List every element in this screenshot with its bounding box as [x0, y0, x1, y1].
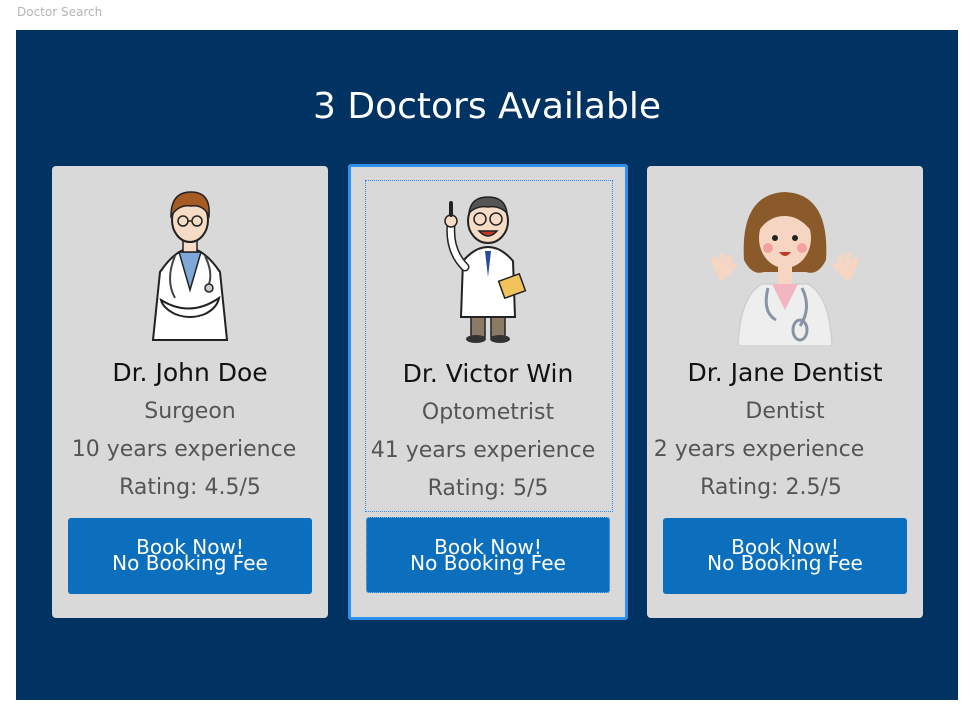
doctor-specialty: Surgeon: [144, 399, 236, 424]
female-doctor-waving-icon: [700, 180, 870, 347]
doctor-specialty: Dentist: [745, 399, 825, 424]
doctor-experience: 2 years experience: [653, 437, 865, 462]
no-booking-fee-label: No Booking Fee: [410, 551, 566, 575]
doctor-name: Dr. John Doe: [112, 358, 268, 387]
doctor-rating: Rating: 5/5: [427, 476, 549, 501]
book-now-button[interactable]: Book Now! No Booking Fee: [366, 517, 610, 593]
no-booking-fee-label: No Booking Fee: [112, 551, 268, 575]
doctor-experience: 10 years experience: [71, 437, 297, 462]
doctor-name: Dr. Jane Dentist: [687, 358, 883, 387]
doctor-name: Dr. Victor Win: [402, 359, 574, 388]
doctor-experience: 41 years experience: [370, 438, 596, 463]
book-now-button[interactable]: Book Now! No Booking Fee: [68, 518, 312, 594]
no-booking-fee-label: No Booking Fee: [707, 551, 863, 575]
doctor-rating: Rating: 4.5/5: [119, 475, 261, 500]
male-doctor-arms-crossed-icon: [105, 180, 275, 346]
page-title: 3 Doctors Available: [313, 86, 661, 127]
doctors-panel: 3 Doctors Available Dr. John Doe Surgeon…: [16, 30, 958, 700]
book-now-button[interactable]: Book Now! No Booking Fee: [663, 518, 907, 594]
older-male-doctor-pointing-icon: [403, 181, 573, 347]
doctor-card-john-doe[interactable]: Dr. John Doe Surgeon 10 years experience…: [52, 166, 328, 618]
doctor-specialty: Optometrist: [421, 400, 555, 425]
doctor-card-victor-win[interactable]: Dr. Victor Win Optometrist 41 years expe…: [348, 164, 628, 620]
window-title: Doctor Search: [17, 5, 103, 19]
doctor-card-jane-dentist[interactable]: Dr. Jane Dentist Dentist 2 years experie…: [647, 166, 923, 618]
doctor-rating: Rating: 2.5/5: [700, 475, 842, 500]
